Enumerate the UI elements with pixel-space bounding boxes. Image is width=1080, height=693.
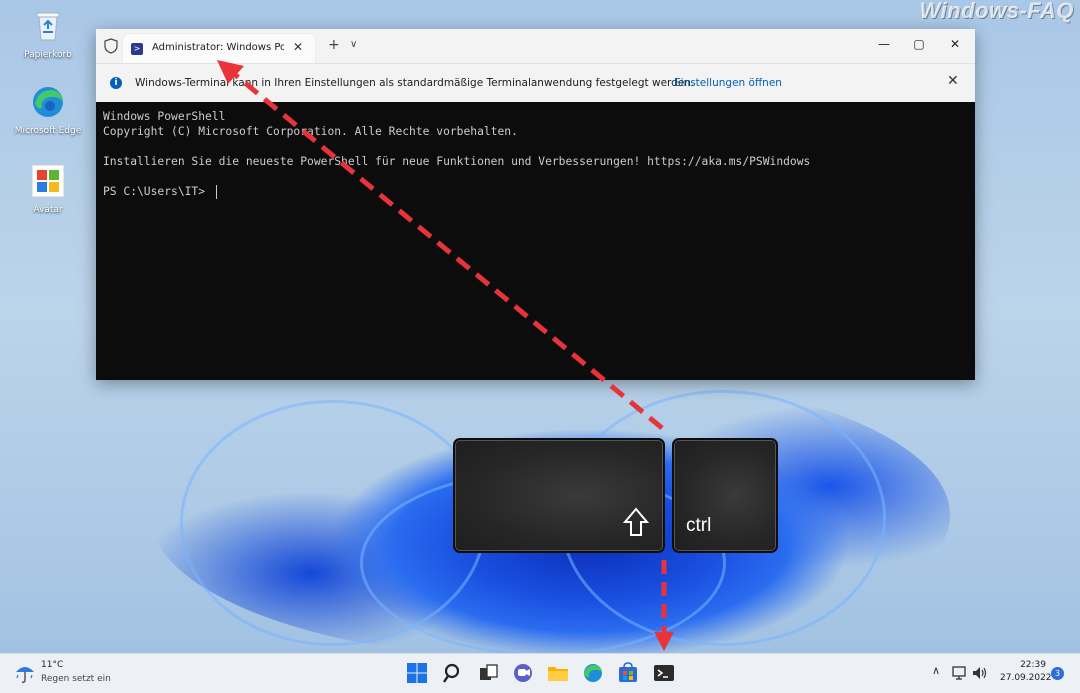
volume-icon[interactable] (972, 665, 988, 681)
console-line: Installieren Sie die neueste PowerShell … (103, 155, 811, 168)
close-window-button[interactable]: ✕ (945, 37, 965, 51)
file-explorer-icon[interactable] (547, 662, 569, 684)
tab-close-icon[interactable]: ✕ (293, 40, 303, 54)
desktop-icon-label: Papierkorb (24, 50, 72, 60)
start-windows-icon[interactable] (406, 662, 428, 684)
chevron-down-icon[interactable]: ∨ (350, 39, 357, 50)
notification-badge[interactable]: 3 (1051, 667, 1064, 680)
title-bar: > Administrator: Windows PowerShell ✕ + … (96, 29, 975, 63)
console-line: Windows PowerShell (103, 110, 226, 123)
ctrl-key: ctrl (672, 438, 778, 553)
desktop-icon-label: Microsoft Edge (14, 126, 82, 136)
weather-condition[interactable]: Regen setzt ein (41, 674, 111, 684)
terminal-window: > Administrator: Windows PowerShell ✕ + … (96, 29, 975, 380)
tab-powershell[interactable]: > Administrator: Windows PowerShell ✕ (123, 34, 315, 63)
ctrl-key-label: ctrl (686, 515, 712, 536)
maximize-button[interactable]: ▢ (909, 37, 929, 51)
store-icon[interactable] (617, 662, 639, 684)
powershell-icon: > (131, 43, 143, 55)
info-message: Windows-Terminal kann in Ihren Einstellu… (135, 77, 695, 89)
edge-taskbar-icon[interactable] (582, 662, 604, 684)
desktop-icon-avatar[interactable]: Avatar (13, 163, 83, 215)
recycle-bin-icon (36, 12, 60, 41)
edge-icon (33, 87, 63, 117)
clock[interactable]: 22:39 27.09.2022 (1000, 659, 1052, 685)
search-icon[interactable] (442, 662, 464, 684)
desktop-icon-label: Avatar (33, 205, 63, 215)
shield-icon (104, 38, 118, 54)
tab-title: Administrator: Windows PowerShell (152, 42, 284, 53)
task-view-icon[interactable] (477, 662, 499, 684)
text-cursor (215, 185, 217, 199)
network-icon[interactable] (952, 665, 968, 681)
new-tab-button[interactable]: + (328, 37, 340, 53)
console-output[interactable]: Windows PowerShell Copyright (C) Microsof… (103, 109, 810, 199)
info-icon: i (110, 77, 122, 89)
chevron-up-icon[interactable]: ∧ (932, 664, 940, 677)
settings-link[interactable]: Einstellungen öffnen (674, 77, 782, 89)
avatar-icon (31, 164, 65, 198)
rain-umbrella-icon[interactable] (14, 662, 36, 684)
info-bar: i Windows-Terminal kann in Ihren Einstel… (96, 63, 975, 102)
terminal-taskbar-icon[interactable] (653, 662, 675, 684)
clock-time: 22:39 (1020, 660, 1046, 670)
weather-temperature[interactable]: 11°C (41, 660, 63, 670)
minimize-button[interactable]: — (874, 37, 894, 51)
shift-key (453, 438, 665, 553)
taskbar: 11°C Regen setzt ein ∧ 22:39 27.09.2022 (0, 653, 1080, 693)
console-prompt: PS C:\Users\IT> (103, 185, 212, 198)
console-line: Copyright (C) Microsoft Corporation. All… (103, 125, 518, 138)
shift-arrow-icon (623, 507, 649, 536)
desktop-icon-recycle-bin[interactable]: Papierkorb (13, 8, 83, 60)
info-close-icon[interactable]: ✕ (947, 73, 959, 89)
desktop-icon-edge[interactable]: Microsoft Edge (13, 84, 83, 136)
teams-chat-icon[interactable] (512, 662, 534, 684)
console-prompt-line: PS C:\Users\IT> (103, 184, 810, 199)
watermark: Windows-FAQ (919, 0, 1074, 23)
clock-date: 27.09.2022 (1000, 673, 1052, 683)
